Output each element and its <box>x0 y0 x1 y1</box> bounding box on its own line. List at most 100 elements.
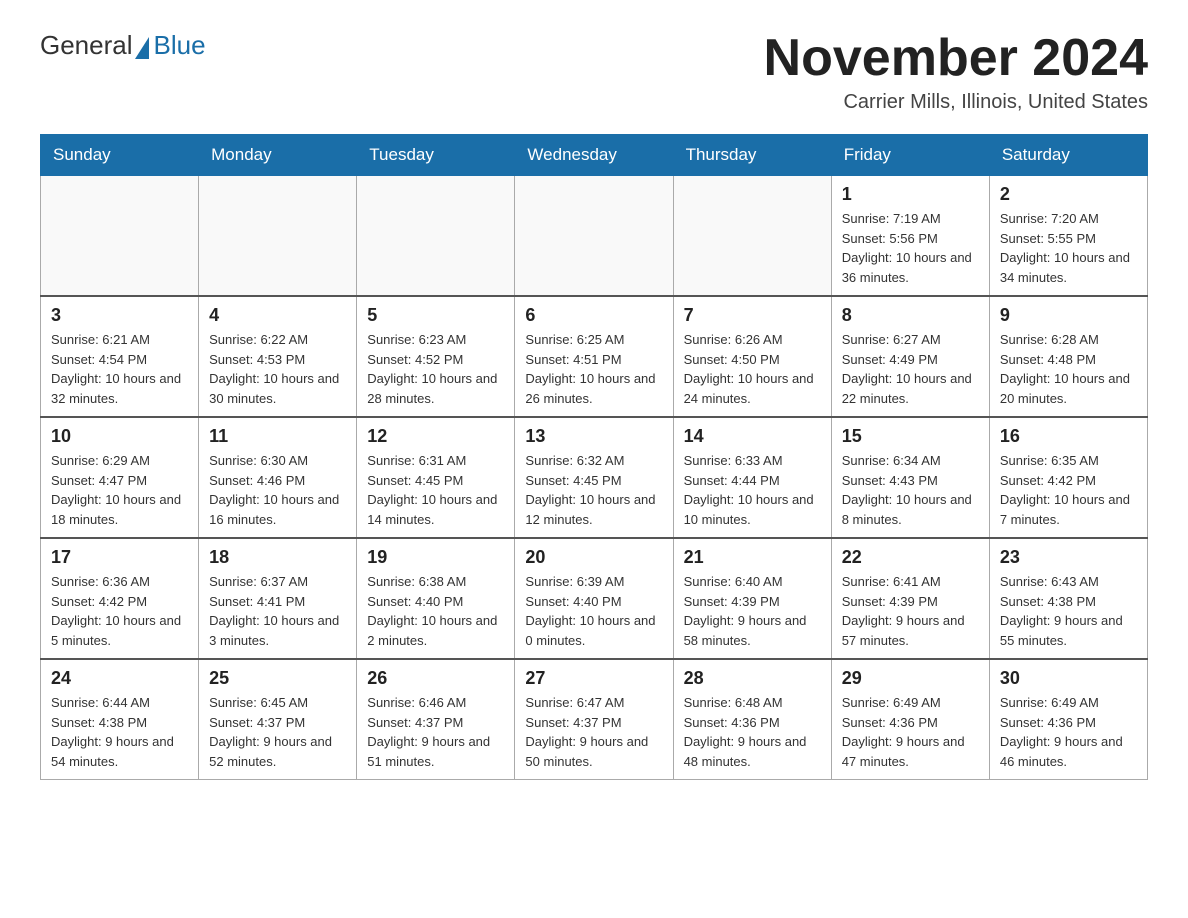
day-number: 5 <box>367 305 504 326</box>
day-info: Sunrise: 6:23 AM Sunset: 4:52 PM Dayligh… <box>367 330 504 408</box>
weekday-header-wednesday: Wednesday <box>515 135 673 176</box>
weekday-header-monday: Monday <box>199 135 357 176</box>
calendar-cell: 29 Sunrise: 6:49 AM Sunset: 4:36 PM Dayli… <box>831 659 989 780</box>
calendar-cell: 5 Sunrise: 6:23 AM Sunset: 4:52 PM Daylig… <box>357 296 515 417</box>
day-number: 12 <box>367 426 504 447</box>
day-number: 24 <box>51 668 188 689</box>
day-info: Sunrise: 6:34 AM Sunset: 4:43 PM Dayligh… <box>842 451 979 529</box>
calendar-cell: 9 Sunrise: 6:28 AM Sunset: 4:48 PM Daylig… <box>989 296 1147 417</box>
calendar-cell: 10 Sunrise: 6:29 AM Sunset: 4:47 PM Dayli… <box>41 417 199 538</box>
day-number: 29 <box>842 668 979 689</box>
day-info: Sunrise: 6:27 AM Sunset: 4:49 PM Dayligh… <box>842 330 979 408</box>
day-number: 3 <box>51 305 188 326</box>
day-number: 28 <box>684 668 821 689</box>
day-info: Sunrise: 6:49 AM Sunset: 4:36 PM Dayligh… <box>842 693 979 771</box>
day-info: Sunrise: 6:45 AM Sunset: 4:37 PM Dayligh… <box>209 693 346 771</box>
day-info: Sunrise: 6:25 AM Sunset: 4:51 PM Dayligh… <box>525 330 662 408</box>
day-info: Sunrise: 6:41 AM Sunset: 4:39 PM Dayligh… <box>842 572 979 650</box>
calendar-cell <box>515 176 673 297</box>
day-info: Sunrise: 6:22 AM Sunset: 4:53 PM Dayligh… <box>209 330 346 408</box>
logo-blue-text: Blue <box>154 30 206 61</box>
calendar-cell: 26 Sunrise: 6:46 AM Sunset: 4:37 PM Dayli… <box>357 659 515 780</box>
calendar-cell: 1Sunrise: 7:19 AM Sunset: 5:56 PM Daylig… <box>831 176 989 297</box>
day-number: 10 <box>51 426 188 447</box>
calendar-cell: 22 Sunrise: 6:41 AM Sunset: 4:39 PM Dayli… <box>831 538 989 659</box>
day-number: 26 <box>367 668 504 689</box>
day-info: Sunrise: 6:33 AM Sunset: 4:44 PM Dayligh… <box>684 451 821 529</box>
title-section: November 2024 Carrier Mills, Illinois, U… <box>764 30 1148 114</box>
day-number: 20 <box>525 547 662 568</box>
day-info: Sunrise: 6:48 AM Sunset: 4:36 PM Dayligh… <box>684 693 821 771</box>
day-number: 30 <box>1000 668 1137 689</box>
calendar-cell: 16 Sunrise: 6:35 AM Sunset: 4:42 PM Dayli… <box>989 417 1147 538</box>
day-number: 8 <box>842 305 979 326</box>
calendar-cell: 2 Sunrise: 7:20 AM Sunset: 5:55 PM Daylig… <box>989 176 1147 297</box>
logo-triangle-icon <box>135 37 149 59</box>
day-number: 25 <box>209 668 346 689</box>
day-number: 17 <box>51 547 188 568</box>
day-number: 16 <box>1000 426 1137 447</box>
calendar-cell: 3 Sunrise: 6:21 AM Sunset: 4:54 PM Daylig… <box>41 296 199 417</box>
week-row-2: 3 Sunrise: 6:21 AM Sunset: 4:54 PM Daylig… <box>41 296 1148 417</box>
day-info: Sunrise: 6:39 AM Sunset: 4:40 PM Dayligh… <box>525 572 662 650</box>
calendar-cell: 8 Sunrise: 6:27 AM Sunset: 4:49 PM Daylig… <box>831 296 989 417</box>
day-info: Sunrise: 6:37 AM Sunset: 4:41 PM Dayligh… <box>209 572 346 650</box>
day-info: Sunrise: 6:29 AM Sunset: 4:47 PM Dayligh… <box>51 451 188 529</box>
calendar-cell: 12 Sunrise: 6:31 AM Sunset: 4:45 PM Dayli… <box>357 417 515 538</box>
calendar-cell: 19Sunrise: 6:38 AM Sunset: 4:40 PM Dayli… <box>357 538 515 659</box>
calendar-cell: 21 Sunrise: 6:40 AM Sunset: 4:39 PM Dayli… <box>673 538 831 659</box>
day-info: Sunrise: 7:20 AM Sunset: 5:55 PM Dayligh… <box>1000 209 1137 287</box>
day-info: Sunrise: 6:47 AM Sunset: 4:37 PM Dayligh… <box>525 693 662 771</box>
week-row-3: 10 Sunrise: 6:29 AM Sunset: 4:47 PM Dayli… <box>41 417 1148 538</box>
calendar-cell <box>41 176 199 297</box>
calendar-cell <box>199 176 357 297</box>
weekday-header-saturday: Saturday <box>989 135 1147 176</box>
day-number: 9 <box>1000 305 1137 326</box>
day-info: Sunrise: 6:32 AM Sunset: 4:45 PM Dayligh… <box>525 451 662 529</box>
week-row-4: 17Sunrise: 6:36 AM Sunset: 4:42 PM Dayli… <box>41 538 1148 659</box>
calendar-cell: 6 Sunrise: 6:25 AM Sunset: 4:51 PM Daylig… <box>515 296 673 417</box>
day-info: Sunrise: 6:30 AM Sunset: 4:46 PM Dayligh… <box>209 451 346 529</box>
day-number: 22 <box>842 547 979 568</box>
week-row-5: 24 Sunrise: 6:44 AM Sunset: 4:38 PM Dayli… <box>41 659 1148 780</box>
day-number: 4 <box>209 305 346 326</box>
day-info: Sunrise: 6:21 AM Sunset: 4:54 PM Dayligh… <box>51 330 188 408</box>
day-number: 6 <box>525 305 662 326</box>
calendar-cell: 15 Sunrise: 6:34 AM Sunset: 4:43 PM Dayli… <box>831 417 989 538</box>
weekday-header-tuesday: Tuesday <box>357 135 515 176</box>
calendar-cell: 20 Sunrise: 6:39 AM Sunset: 4:40 PM Dayli… <box>515 538 673 659</box>
calendar-cell: 30 Sunrise: 6:49 AM Sunset: 4:36 PM Dayli… <box>989 659 1147 780</box>
day-info: Sunrise: 6:26 AM Sunset: 4:50 PM Dayligh… <box>684 330 821 408</box>
calendar-cell <box>357 176 515 297</box>
day-info: Sunrise: 6:28 AM Sunset: 4:48 PM Dayligh… <box>1000 330 1137 408</box>
day-number: 13 <box>525 426 662 447</box>
week-row-1: 1Sunrise: 7:19 AM Sunset: 5:56 PM Daylig… <box>41 176 1148 297</box>
calendar-cell: 27 Sunrise: 6:47 AM Sunset: 4:37 PM Dayli… <box>515 659 673 780</box>
day-info: Sunrise: 6:40 AM Sunset: 4:39 PM Dayligh… <box>684 572 821 650</box>
day-number: 27 <box>525 668 662 689</box>
day-info: Sunrise: 6:43 AM Sunset: 4:38 PM Dayligh… <box>1000 572 1137 650</box>
day-number: 23 <box>1000 547 1137 568</box>
day-info: Sunrise: 6:44 AM Sunset: 4:38 PM Dayligh… <box>51 693 188 771</box>
calendar-cell: 4 Sunrise: 6:22 AM Sunset: 4:53 PM Daylig… <box>199 296 357 417</box>
day-info: Sunrise: 6:31 AM Sunset: 4:45 PM Dayligh… <box>367 451 504 529</box>
day-info: Sunrise: 6:49 AM Sunset: 4:36 PM Dayligh… <box>1000 693 1137 771</box>
calendar-cell: 23 Sunrise: 6:43 AM Sunset: 4:38 PM Dayli… <box>989 538 1147 659</box>
weekday-header-row: SundayMondayTuesdayWednesdayThursdayFrid… <box>41 135 1148 176</box>
day-number: 7 <box>684 305 821 326</box>
month-title: November 2024 <box>764 30 1148 87</box>
page-header: General Blue November 2024 Carrier Mills… <box>40 30 1148 114</box>
location-text: Carrier Mills, Illinois, United States <box>764 91 1148 114</box>
day-number: 21 <box>684 547 821 568</box>
day-info: Sunrise: 6:46 AM Sunset: 4:37 PM Dayligh… <box>367 693 504 771</box>
day-number: 15 <box>842 426 979 447</box>
calendar-cell <box>673 176 831 297</box>
calendar-cell: 28 Sunrise: 6:48 AM Sunset: 4:36 PM Dayli… <box>673 659 831 780</box>
day-info: Sunrise: 6:38 AM Sunset: 4:40 PM Dayligh… <box>367 572 504 650</box>
calendar-cell: 24 Sunrise: 6:44 AM Sunset: 4:38 PM Dayli… <box>41 659 199 780</box>
day-number: 2 <box>1000 184 1137 205</box>
day-number: 18 <box>209 547 346 568</box>
logo: General Blue <box>40 30 206 61</box>
day-info: Sunrise: 6:35 AM Sunset: 4:42 PM Dayligh… <box>1000 451 1137 529</box>
calendar-cell: 11Sunrise: 6:30 AM Sunset: 4:46 PM Dayli… <box>199 417 357 538</box>
